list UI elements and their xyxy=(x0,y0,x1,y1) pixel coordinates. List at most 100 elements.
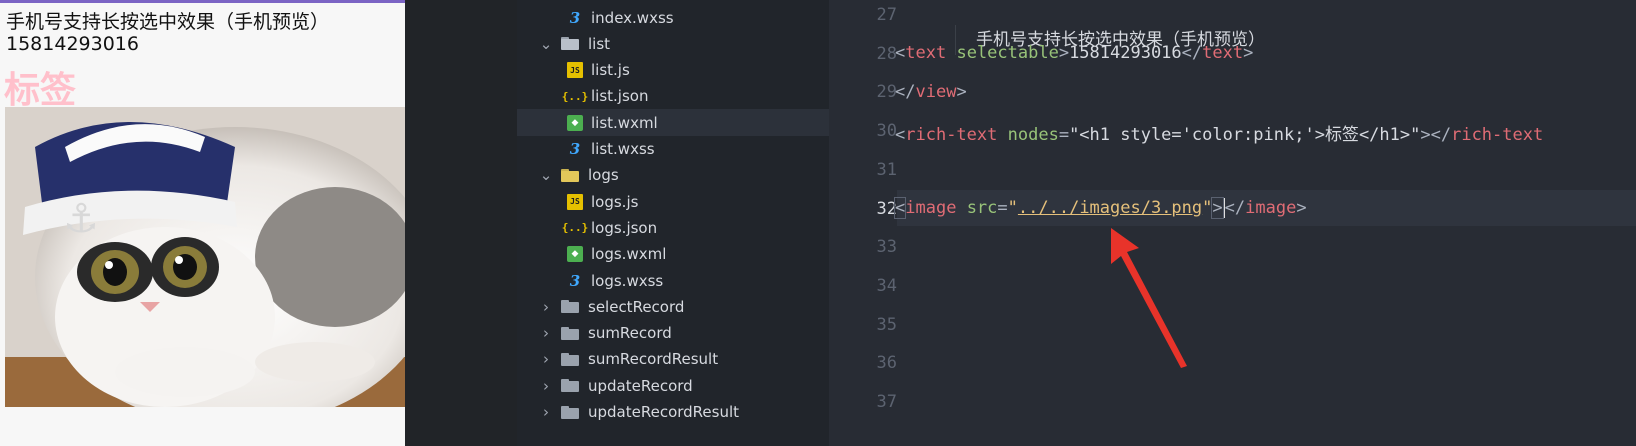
code-punct: < xyxy=(895,43,906,63)
code-string-quote: " xyxy=(1202,198,1213,218)
code-editor[interactable]: 27 28 29 30 31 32 33 34 35 36 37 手机号支持长按选中效果（手机预览）… xyxy=(829,0,1636,446)
code-punct: > xyxy=(1420,125,1431,145)
line-number: 36 xyxy=(876,353,897,374)
line-number-gutter: 27 28 29 30 31 32 33 34 35 36 37 xyxy=(829,0,897,446)
code-tag: view xyxy=(915,82,957,102)
code-line-32[interactable]: <image src="../../images/3.png"> </image> xyxy=(893,197,1307,219)
folder-icon xyxy=(561,352,579,366)
svg-text:⚓: ⚓ xyxy=(63,196,99,242)
code-attr: nodes xyxy=(1007,125,1059,145)
code-line-29[interactable]: </view> xyxy=(895,82,967,102)
json-file-icon: {..} xyxy=(561,221,589,235)
chevron-down-icon[interactable]: ⌄ xyxy=(539,166,553,184)
line-number: 27 xyxy=(876,5,897,25)
folder-icon xyxy=(561,168,579,182)
code-string: "<h1 style='color:pink;'> xyxy=(1069,125,1325,145)
code-bracket-match: > xyxy=(1211,197,1224,219)
line-number: 30 xyxy=(876,121,897,142)
wxss-file-icon: 3 xyxy=(569,140,581,158)
wxss-file-icon: 3 xyxy=(569,8,581,27)
code-punct: > xyxy=(956,82,967,102)
tree-item-label: logs.js xyxy=(591,192,639,211)
code-tag: image xyxy=(905,198,957,218)
line-number: 37 xyxy=(876,392,897,412)
tree-item-label: updateRecord xyxy=(588,376,693,395)
code-tag: text xyxy=(1202,43,1244,63)
code-image-path-link[interactable]: ../../images/3.png xyxy=(1018,198,1202,218)
tree-item-label: index.wxss xyxy=(591,8,674,27)
tree-item-list-wxss[interactable]: 3 list.wxss xyxy=(517,136,829,163)
tree-item-label: logs xyxy=(588,166,619,185)
code-punct: > xyxy=(1058,43,1070,63)
tree-item-updaterecord[interactable]: › updateRecord xyxy=(517,372,829,399)
code-line-30[interactable]: <rich-text nodes="<h1 style='color:pink;… xyxy=(895,120,1543,145)
code-text: 15814293016 xyxy=(1069,43,1182,63)
code-punct: = xyxy=(1058,125,1070,145)
file-explorer: 3 index.wxss ⌄ list JS list.js {..} list.json ◆ l… xyxy=(517,0,829,446)
code-punct: < xyxy=(895,125,906,145)
code-bracket-match: < xyxy=(893,197,907,219)
code-punct: </ xyxy=(1430,125,1452,145)
code-punct: </ xyxy=(895,82,916,102)
tree-item-list-js[interactable]: JS list.js xyxy=(517,57,829,84)
code-punct: > xyxy=(1296,198,1307,218)
simulator-preview: 手机号支持长按选中效果（手机预览） 15814293016 标签 ⚓ xyxy=(0,0,405,446)
tree-item-logs-wxss[interactable]: 3 logs.wxss xyxy=(517,267,829,294)
chevron-right-icon[interactable]: › xyxy=(539,377,553,395)
folder-icon xyxy=(561,326,579,340)
tree-item-label: sumRecord xyxy=(588,324,672,343)
code-tag: rich-text xyxy=(1451,125,1544,145)
chevron-right-icon[interactable]: › xyxy=(539,298,553,316)
cat-image: ⚓ xyxy=(5,107,405,407)
panel-divider xyxy=(405,0,517,446)
tree-item-logs-wxml[interactable]: ◆ logs.wxml xyxy=(517,241,829,268)
chevron-right-icon[interactable]: › xyxy=(539,403,553,421)
code-attr: src xyxy=(966,198,998,218)
tree-item-label: list.wxml xyxy=(591,113,658,132)
preview-phone-number[interactable]: 15814293016 xyxy=(6,33,139,55)
folder-icon xyxy=(561,300,579,314)
line-number: 33 xyxy=(876,237,897,258)
code-line-27[interactable]: 手机号支持长按选中效果（手机预览） xyxy=(914,5,1265,75)
tree-item-logs-js[interactable]: JS logs.js xyxy=(517,188,829,215)
red-arrow-annotation xyxy=(1111,228,1187,368)
chevron-down-icon[interactable]: ⌄ xyxy=(539,35,553,53)
tree-item-list-json[interactable]: {..} list.json xyxy=(517,83,829,110)
code-string-cn: 标签 xyxy=(1324,125,1359,145)
chevron-right-icon[interactable]: › xyxy=(539,324,553,342)
tree-item-label: selectRecord xyxy=(588,297,685,316)
chevron-right-icon[interactable]: › xyxy=(539,350,553,368)
folder-icon xyxy=(561,37,579,51)
tree-item-label: logs.json xyxy=(591,218,658,237)
code-attr: selectable xyxy=(956,43,1059,63)
line-number: 28 xyxy=(876,43,897,64)
code-tag: rich-text xyxy=(905,125,998,145)
js-file-icon: JS xyxy=(567,62,583,79)
tree-item-updaterecordresult[interactable]: › updateRecordResult xyxy=(517,399,829,426)
tree-item-logs-json[interactable]: {..} logs.json xyxy=(517,214,829,241)
line-number: 29 xyxy=(876,82,897,103)
tree-item-label: logs.wxss xyxy=(591,271,664,290)
code-string-quote: " xyxy=(1007,198,1018,218)
tree-item-label: list xyxy=(588,34,611,53)
code-punct: > xyxy=(1243,43,1254,63)
tree-item-sumrecord[interactable]: › sumRecord xyxy=(517,320,829,347)
tree-item-selectrecord[interactable]: › selectRecord xyxy=(517,293,829,320)
code-tag: image xyxy=(1245,198,1297,218)
tree-item-list-wxml[interactable]: ◆ list.wxml xyxy=(517,109,829,137)
tree-item-list[interactable]: ⌄ list xyxy=(517,30,829,57)
json-file-icon: {..} xyxy=(561,89,589,103)
tree-item-index-wxss[interactable]: 3 index.wxss xyxy=(517,4,829,31)
tree-item-label: sumRecordResult xyxy=(588,350,719,369)
tree-item-sumrecordresult[interactable]: › sumRecordResult xyxy=(517,346,829,373)
wxss-file-icon: 3 xyxy=(569,271,581,290)
line-number: 35 xyxy=(876,314,897,335)
preview-text-desc: 手机号支持长按选中效果（手机预览） xyxy=(6,11,330,33)
tree-item-logs[interactable]: ⌄ logs xyxy=(517,162,829,189)
code-tag: text xyxy=(905,43,947,63)
code-punct: </ xyxy=(1181,43,1203,63)
code-line-28[interactable]: <text selectable>15814293016</text> xyxy=(895,43,1253,63)
tree-item-label: updateRecordResult xyxy=(588,403,740,421)
code-string: </h1>" xyxy=(1358,125,1421,145)
tree-item-label: list.wxss xyxy=(591,140,655,158)
